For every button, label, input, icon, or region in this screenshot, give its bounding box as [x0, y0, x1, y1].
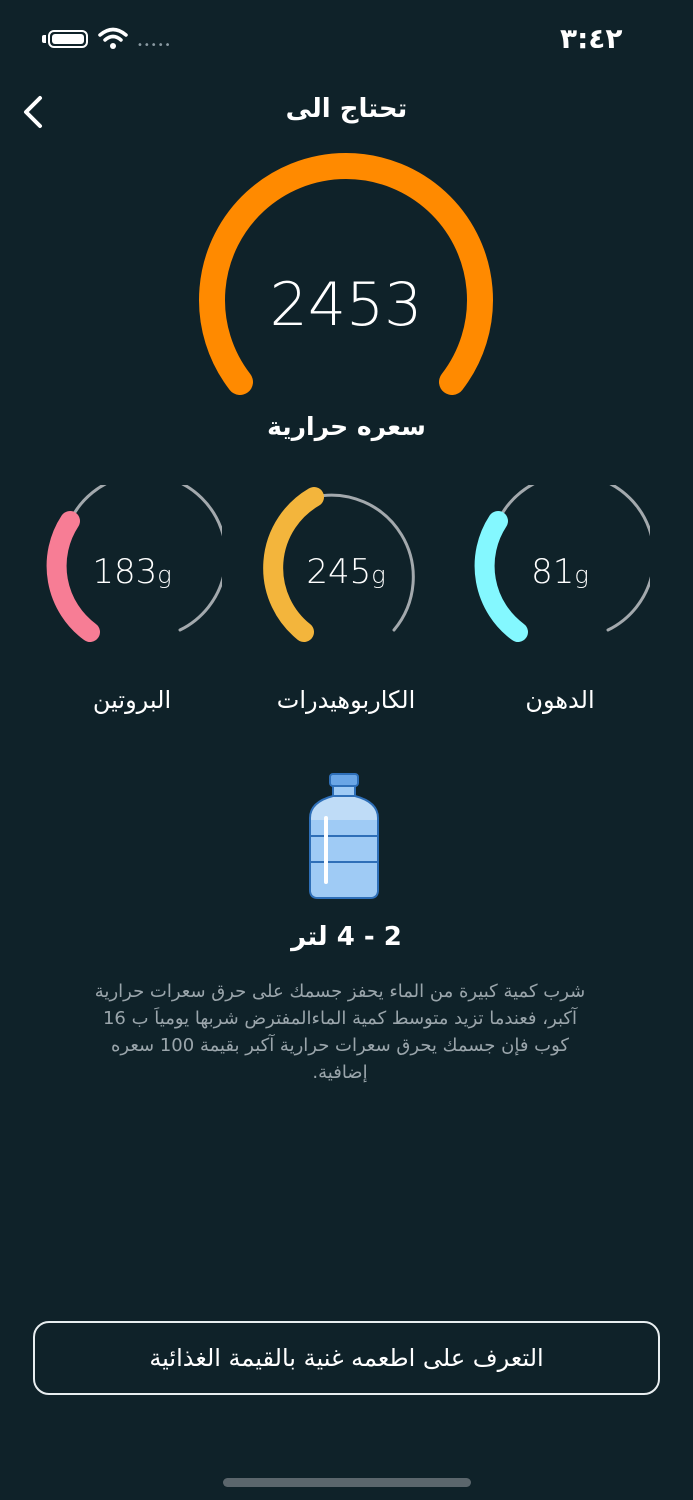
- battery-icon: [48, 30, 88, 48]
- carbs-label: الكاربوهيدرات: [276, 686, 416, 714]
- status-time: ٣:٤٢: [560, 22, 623, 55]
- calorie-label: سعره حرارية: [267, 412, 426, 441]
- battery-tip: [42, 35, 46, 43]
- wifi-icon: [98, 27, 128, 49]
- cellular-signal-icon: •••••: [137, 40, 172, 51]
- water-bottle-icon: [309, 773, 379, 899]
- carbs-value: 245g: [306, 552, 386, 592]
- water-description: شرب كمية كبيرة من الماء يحفز جسمك على حر…: [94, 981, 586, 1083]
- calorie-value: 2453: [269, 270, 423, 340]
- fat-label: الدهون: [525, 686, 595, 714]
- fat-value: 81g: [531, 552, 589, 592]
- home-indicator: [223, 1478, 471, 1487]
- water-amount: 2 - 4 لتر: [291, 922, 402, 952]
- nutrient-foods-button[interactable]: التعرف على اطعمه غنية بالقيمة الغذائية: [33, 1321, 660, 1395]
- page-title: تحتاج الى: [285, 94, 408, 124]
- protein-label: البروتين: [92, 686, 172, 714]
- protein-value: 183g: [92, 552, 172, 592]
